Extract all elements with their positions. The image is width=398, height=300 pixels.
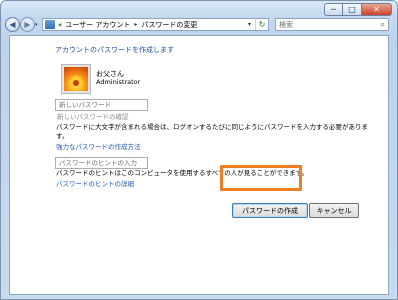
user-avatar: [61, 64, 91, 94]
search-input[interactable]: 検索 ⌕: [275, 18, 389, 31]
control-panel-window: ─ □ ✕ ◀ ▶ ▾ « ユーザー アカウント ▸ パスワードの変更 ▾ ↻ …: [0, 0, 398, 300]
highlight-frame: [220, 165, 302, 191]
confirm-password-field[interactable]: 新しいパスワードの確認: [55, 111, 148, 123]
search-placeholder: 検索: [279, 20, 293, 29]
case-note-text-cont: す。: [56, 132, 69, 140]
new-password-placeholder: 新しいパスワード: [59, 101, 111, 109]
address-dropdown-icon[interactable]: ▾: [244, 19, 255, 30]
recent-pages-dropdown-icon[interactable]: ▾: [35, 22, 38, 28]
user-role: Administrator: [96, 78, 141, 86]
page-title: アカウントのパスワードを作成します: [55, 46, 174, 54]
content-pane: アカウントのパスワードを作成します お父さん Administrator 新しい…: [9, 35, 389, 295]
password-hint-field[interactable]: パスワードのヒントの入力: [55, 157, 148, 169]
case-sensitivity-note: パスワードに大文字が含まれる場合は、ログオンするたびに同じようにパスワードを入力…: [56, 123, 386, 141]
breadcrumb-separator-icon[interactable]: ▸: [134, 21, 137, 28]
address-overflow-chevron[interactable]: «: [58, 21, 62, 29]
back-button[interactable]: ◀: [5, 17, 20, 32]
flower-avatar-icon: [69, 75, 83, 89]
status-bar: ⋰: [1, 291, 397, 299]
new-password-field[interactable]: 新しいパスワード: [55, 99, 148, 111]
refresh-icon[interactable]: ↻: [255, 19, 268, 30]
forward-arrow-icon: ▶: [24, 20, 31, 29]
resize-grip-icon[interactable]: ⋰: [388, 291, 394, 298]
create-password-button[interactable]: パスワードの作成: [232, 203, 308, 218]
breadcrumb-change-password[interactable]: パスワードの変更: [141, 20, 197, 30]
control-panel-icon: [45, 20, 55, 29]
strong-password-link[interactable]: 強力なパスワードの作成方法: [56, 141, 141, 151]
case-note-text: パスワードに大文字が含まれる場合は、ログオンするたびに同じようにパスワードを入力…: [56, 123, 368, 131]
confirm-password-placeholder: 新しいパスワードの確認: [57, 113, 129, 121]
hint-details-link[interactable]: パスワードのヒントの詳細: [56, 178, 134, 188]
breadcrumb-user-accounts[interactable]: ユーザー アカウント: [65, 20, 130, 30]
forward-button[interactable]: ▶: [20, 17, 35, 32]
address-bar[interactable]: « ユーザー アカウント ▸ パスワードの変更 ▾ ↻: [42, 18, 269, 31]
cancel-button[interactable]: キャンセル: [309, 203, 359, 218]
search-icon[interactable]: ⌕: [381, 20, 385, 30]
back-arrow-icon: ◀: [9, 20, 16, 29]
navigation-bar: ◀ ▶ ▾ « ユーザー アカウント ▸ パスワードの変更 ▾ ↻ 検索 ⌕: [1, 15, 397, 35]
password-hint-placeholder: パスワードのヒントの入力: [59, 159, 137, 167]
